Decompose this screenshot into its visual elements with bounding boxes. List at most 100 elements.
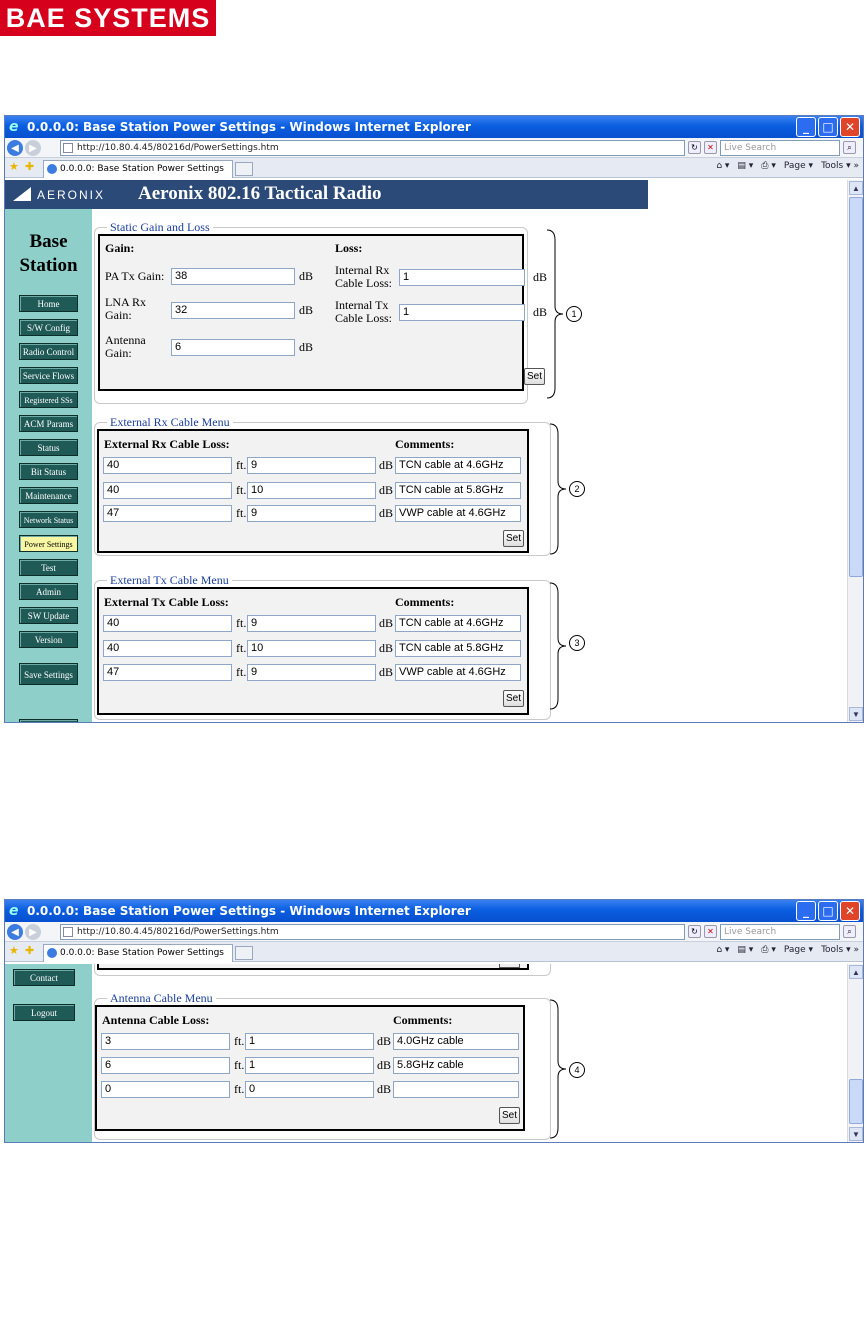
feeds-icon[interactable]: ▤ ▾ <box>737 945 753 955</box>
sidebar-item-maintenance[interactable]: Maintenance <box>19 487 78 504</box>
sidebar-item-service-flows[interactable]: Service Flows <box>19 367 78 384</box>
maximize-button[interactable]: □ <box>818 117 838 137</box>
ext-rx-comment-input[interactable]: TCN cable at 4.6GHz <box>395 457 521 474</box>
home-icon[interactable]: ⌂ ▾ <box>716 945 729 955</box>
close-button[interactable]: ✕ <box>840 117 860 137</box>
sidebar-item-status[interactable]: Status <box>19 439 78 456</box>
back-icon[interactable]: ◀ <box>7 140 23 156</box>
tools-menu[interactable]: Tools ▾ » <box>821 161 859 171</box>
scroll-up-icon[interactable]: ▲ <box>849 181 863 195</box>
internal-tx-loss-input[interactable]: 1 <box>399 304 525 321</box>
add-favorites-icon[interactable]: ✚ <box>25 160 34 173</box>
sidebar-item-power-settings[interactable]: Power Settings <box>19 535 78 552</box>
ext-rx-loss-input[interactable]: 10 <box>247 482 376 499</box>
antenna-length-input[interactable]: 6 <box>101 1057 230 1074</box>
sidebar-item-contact-partial[interactable] <box>19 719 78 722</box>
vertical-scrollbar[interactable]: ▲ ▼ <box>847 180 863 722</box>
close-button[interactable]: ✕ <box>840 901 860 921</box>
minimize-button[interactable]: _ <box>796 901 816 921</box>
antenna-length-input[interactable]: 0 <box>101 1081 230 1098</box>
search-icon[interactable]: ⌕ <box>843 141 856 154</box>
antenna-loss-input[interactable]: 1 <box>245 1057 374 1074</box>
ext-tx-comment-input[interactable]: VWP cable at 4.6GHz <box>395 664 521 681</box>
ext-tx-comment-input[interactable]: TCN cable at 5.8GHz <box>395 640 521 657</box>
lna-rx-gain-input[interactable]: 32 <box>171 302 295 319</box>
ext-tx-length-input[interactable]: 47 <box>103 664 232 681</box>
scroll-down-icon[interactable]: ▼ <box>849 1127 863 1141</box>
save-settings-button[interactable]: Save Settings <box>19 663 78 685</box>
browser-tab[interactable]: 0.0.0.0: Base Station Power Settings <box>43 160 233 178</box>
search-icon[interactable]: ⌕ <box>843 925 856 938</box>
sidebar-item-test[interactable]: Test <box>19 559 78 576</box>
sidebar-item-radio-control[interactable]: Radio Control <box>19 343 78 360</box>
scroll-up-icon[interactable]: ▲ <box>849 965 863 979</box>
search-input[interactable]: Live Search <box>720 140 840 156</box>
search-input[interactable]: Live Search <box>720 924 840 940</box>
antenna-gain-input[interactable]: 6 <box>171 339 295 356</box>
ext-rx-comment-input[interactable]: TCN cable at 5.8GHz <box>395 482 521 499</box>
ext-rx-loss-input[interactable]: 9 <box>247 457 376 474</box>
page-menu[interactable]: Page ▾ <box>784 945 813 955</box>
favorites-star-icon[interactable]: ★ <box>9 944 19 957</box>
ext-rx-comment-input[interactable]: VWP cable at 4.6GHz <box>395 505 521 522</box>
ext-rx-length-input[interactable]: 40 <box>103 482 232 499</box>
sidebar-item-bit-status[interactable]: Bit Status <box>19 463 78 480</box>
ext-rx-length-input[interactable]: 40 <box>103 457 232 474</box>
scroll-thumb[interactable] <box>849 1079 863 1124</box>
ext-rx-loss-input[interactable]: 9 <box>247 505 376 522</box>
scroll-down-icon[interactable]: ▼ <box>849 707 863 721</box>
antenna-comment-input[interactable]: 4.0GHz cable <box>393 1033 519 1050</box>
antenna-loss-input[interactable]: 1 <box>245 1033 374 1050</box>
browser-tab[interactable]: 0.0.0.0: Base Station Power Settings <box>43 944 233 962</box>
antenna-set-button[interactable]: Set <box>499 1107 520 1124</box>
sidebar-item-version[interactable]: Version <box>19 631 78 648</box>
print-icon[interactable]: ⎙ ▾ <box>761 161 776 171</box>
minimize-button[interactable]: _ <box>796 117 816 137</box>
go-icon[interactable]: ↻ <box>688 141 701 154</box>
antenna-length-input[interactable]: 3 <box>101 1033 230 1050</box>
antenna-loss-input[interactable]: 0 <box>245 1081 374 1098</box>
antenna-comment-input[interactable] <box>393 1081 519 1098</box>
tools-menu[interactable]: Tools ▾ » <box>821 945 859 955</box>
feeds-icon[interactable]: ▤ ▾ <box>737 161 753 171</box>
new-tab-button[interactable] <box>235 162 253 176</box>
sidebar-item-home[interactable]: Home <box>19 295 78 312</box>
ext-tx-loss-input[interactable]: 10 <box>247 640 376 657</box>
ext-tx-length-input[interactable]: 40 <box>103 640 232 657</box>
pa-tx-gain-input[interactable]: 38 <box>171 268 295 285</box>
ext-tx-loss-input[interactable]: 9 <box>247 615 376 632</box>
favorites-star-icon[interactable]: ★ <box>9 160 19 173</box>
antenna-comment-input[interactable]: 5.8GHz cable <box>393 1057 519 1074</box>
url-input[interactable]: http://10.80.4.45/80216d/PowerSettings.h… <box>60 924 685 940</box>
vertical-scrollbar[interactable]: ▲ ▼ <box>847 964 863 1142</box>
sidebar-item-sw-config[interactable]: S/W Config <box>19 319 78 336</box>
internal-rx-loss-input[interactable]: 1 <box>399 269 525 286</box>
add-favorites-icon[interactable]: ✚ <box>25 944 34 957</box>
ext-rx-length-input[interactable]: 47 <box>103 505 232 522</box>
forward-icon[interactable]: ▶ <box>25 140 41 156</box>
home-icon[interactable]: ⌂ ▾ <box>716 161 729 171</box>
sidebar-item-network-status[interactable]: Network Status <box>19 511 78 528</box>
sidebar-item-acm-params[interactable]: ACM Params <box>19 415 78 432</box>
back-icon[interactable]: ◀ <box>7 924 23 940</box>
ext-tx-comment-input[interactable]: TCN cable at 4.6GHz <box>395 615 521 632</box>
go-icon[interactable]: ↻ <box>688 925 701 938</box>
url-input[interactable]: http://10.80.4.45/80216d/PowerSettings.h… <box>60 140 685 156</box>
ext-tx-loss-input[interactable]: 9 <box>247 664 376 681</box>
static-gain-set-button[interactable]: Set <box>524 368 545 385</box>
ext-rx-set-button[interactable]: Set <box>503 530 524 547</box>
stop-icon[interactable]: ✕ <box>704 141 717 154</box>
logout-button[interactable]: Logout <box>13 1004 75 1021</box>
new-tab-button[interactable] <box>235 946 253 960</box>
print-icon[interactable]: ⎙ ▾ <box>761 945 776 955</box>
page-menu[interactable]: Page ▾ <box>784 161 813 171</box>
sidebar-item-registered-sss[interactable]: Registered SSs <box>19 391 78 408</box>
forward-icon[interactable]: ▶ <box>25 924 41 940</box>
ext-tx-length-input[interactable]: 40 <box>103 615 232 632</box>
sidebar-item-sw-update[interactable]: SW Update <box>19 607 78 624</box>
maximize-button[interactable]: □ <box>818 901 838 921</box>
stop-icon[interactable]: ✕ <box>704 925 717 938</box>
sidebar-item-admin[interactable]: Admin <box>19 583 78 600</box>
ext-tx-set-button[interactable]: Set <box>503 690 524 707</box>
contact-button[interactable]: Contact <box>13 969 75 986</box>
